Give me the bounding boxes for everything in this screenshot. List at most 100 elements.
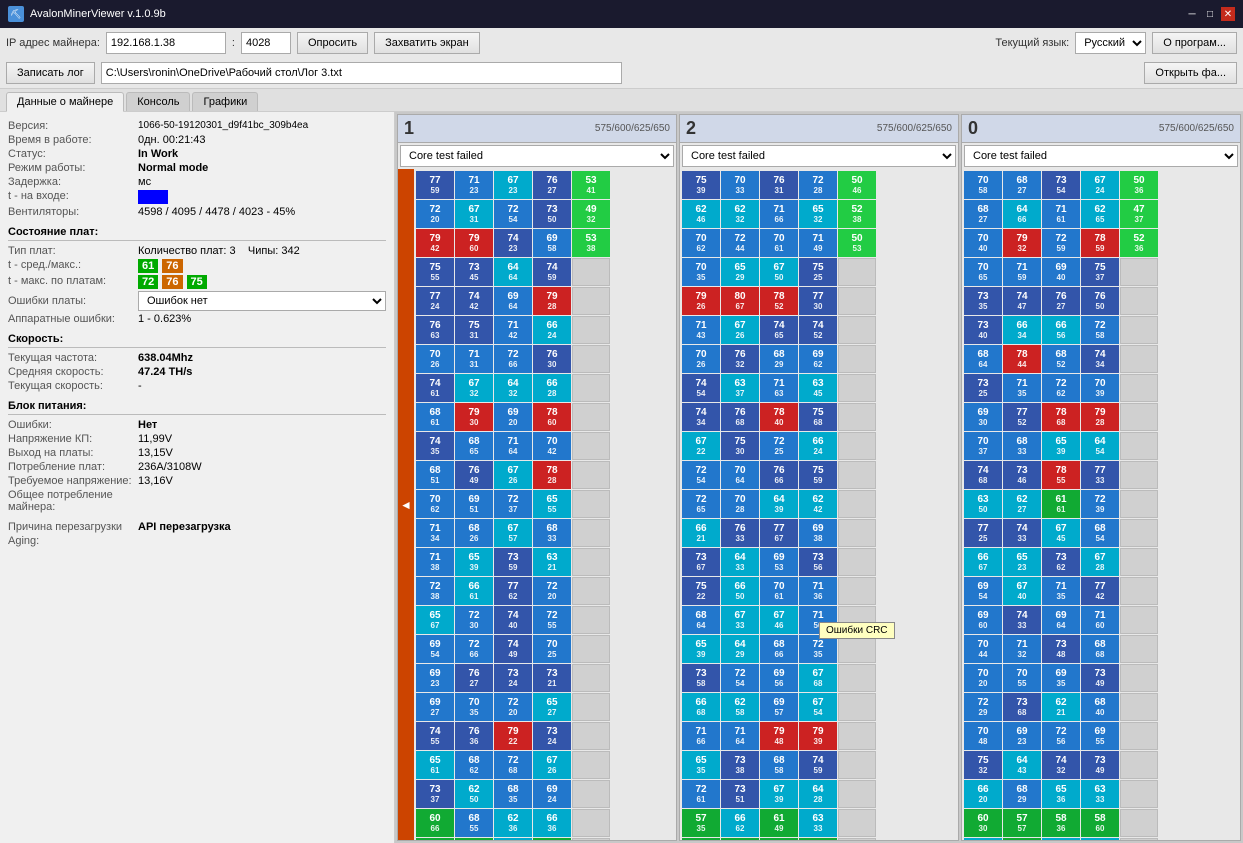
chip-cell: 7631 — [760, 171, 798, 199]
errors-select[interactable]: Ошибок нет — [138, 291, 386, 311]
chip-cell — [1120, 635, 1158, 663]
tab-console[interactable]: Консоль — [126, 92, 190, 111]
chip-cell: 6561 — [416, 751, 454, 779]
chip-cell: 7039 — [1081, 374, 1119, 402]
chip-cell: 7325 — [964, 374, 1002, 402]
chip-cell — [838, 374, 876, 402]
chips-count: Количество плат: 3 Чипы: 342 — [138, 245, 300, 257]
psu-req-value: 13,16V — [138, 475, 173, 487]
chip-row: 6930775278687928 — [964, 403, 1238, 431]
chip-cell: 6621 — [682, 519, 720, 547]
chip-cell — [572, 809, 610, 837]
chip-row: 7254706476667559 — [682, 461, 956, 489]
chip-cell — [1120, 664, 1158, 692]
chip-cell: 7228 — [799, 171, 837, 199]
panel-number: 1 — [404, 118, 414, 139]
chip-cell: 6954 — [964, 577, 1002, 605]
chip-cell: 6854 — [1081, 519, 1119, 547]
chip-cell: 7028 — [721, 490, 759, 518]
about-button[interactable]: О програм... — [1152, 32, 1237, 54]
psu-voltage-value: 11,99V — [138, 433, 172, 445]
chip-cell: 7254 — [682, 461, 720, 489]
boards-section-title: Состояние плат: — [8, 226, 386, 241]
chip-row: 7134682667576833 — [416, 519, 674, 547]
window-controls[interactable]: ─ □ ✕ — [1185, 7, 1235, 21]
chip-cell: 7668 — [721, 403, 759, 431]
chip-cell: 6454 — [1081, 432, 1119, 460]
chip-row: 6350622761617239 — [964, 490, 1238, 518]
status-dropdown-2[interactable]: Core test failed — [682, 145, 956, 167]
chip-cell: 6466 — [1003, 200, 1041, 228]
open-file-button[interactable]: Открыть фа... — [1144, 62, 1237, 84]
chip-cell: 7368 — [1003, 693, 1041, 721]
temp-avg-2: 76 — [162, 259, 182, 273]
chip-row: 7020705569357349 — [964, 664, 1238, 692]
temp-max-1: 72 — [138, 275, 158, 289]
chip-cell: 7537 — [1081, 258, 1119, 286]
log-button[interactable]: Записать лог — [6, 62, 95, 84]
chip-cell: 7040 — [964, 229, 1002, 257]
chip-cell: 7159 — [1003, 258, 1041, 286]
scroll-arrow-button[interactable]: ◄ — [398, 169, 414, 840]
chip-cell: 6858 — [760, 751, 798, 779]
title-bar: ⛏ AvalonMinerViewer v.1.0.9b ─ □ ✕ — [0, 0, 1243, 28]
lang-select[interactable]: Русский — [1075, 32, 1146, 54]
chip-cell: 7367 — [682, 548, 720, 576]
chip-cell: 6345 — [799, 374, 837, 402]
port-input[interactable] — [241, 32, 291, 54]
chip-cell: 6650 — [721, 577, 759, 605]
chip-cell: 7767 — [760, 519, 798, 547]
chip-cell — [838, 432, 876, 460]
ip-input[interactable] — [106, 32, 226, 54]
chip-cell: 6333 — [799, 809, 837, 837]
chip-cell: 6433 — [721, 548, 759, 576]
chip-cell: 6558 — [1081, 838, 1119, 840]
chip-cell: 5831 — [533, 838, 571, 840]
chip-row: 7335744776277650 — [964, 287, 1238, 315]
lang-label: Текущий язык: — [995, 37, 1069, 49]
chip-cell: 7143 — [682, 316, 720, 344]
chip-cell: 7142 — [494, 316, 532, 344]
minimize-button[interactable]: ─ — [1185, 7, 1199, 21]
chip-cell — [572, 722, 610, 750]
status-dropdown-1[interactable]: Core test failed — [400, 145, 674, 167]
chip-cell: 7349 — [1081, 751, 1119, 779]
chip-cell: 7335 — [964, 287, 1002, 315]
poll-button[interactable]: Опросить — [297, 32, 368, 54]
chip-row: 6446562462326558 — [964, 838, 1238, 840]
maximize-button[interactable]: □ — [1203, 7, 1217, 21]
chip-cell: 6232 — [721, 200, 759, 228]
chip-cell: 7062 — [416, 490, 454, 518]
chip-cell: 5724 — [721, 838, 759, 840]
chip-cell: 7042 — [533, 432, 571, 460]
panel-number: 2 — [686, 118, 696, 139]
chip-cell: 6227 — [1003, 490, 1041, 518]
log-path-input[interactable] — [101, 62, 622, 84]
temp-max-2: 76 — [162, 275, 182, 289]
status-dropdown-0[interactable]: Core test failed — [964, 145, 1238, 167]
tab-graphs[interactable]: Графики — [192, 92, 258, 111]
chip-cell — [572, 751, 610, 779]
chip-cell — [838, 751, 876, 779]
chip-row: 6668625869576754 — [682, 693, 956, 721]
chip-cell — [838, 780, 876, 808]
chip-cell: 7258 — [1081, 316, 1119, 344]
chip-cell: 7844 — [1003, 345, 1041, 373]
chip-row: 7238666177627220 — [416, 577, 674, 605]
close-button[interactable]: ✕ — [1221, 7, 1235, 21]
chip-cell: 6855 — [455, 809, 493, 837]
chip-cell: 6861 — [416, 403, 454, 431]
chip-row: 7367643369537356 — [682, 548, 956, 576]
chip-cell: 7229 — [964, 693, 1002, 721]
chip-cell: 6924 — [533, 780, 571, 808]
chip-cell: 7230 — [455, 606, 493, 634]
chip-row: 79427960742369585338 — [416, 229, 674, 257]
chip-cell: 7161 — [1042, 200, 1080, 228]
tab-miner-data[interactable]: Данные о майнере — [6, 92, 124, 112]
capture-button[interactable]: Захватить экран — [374, 32, 480, 54]
chip-cell: 6865 — [455, 432, 493, 460]
chip-cell: 7163 — [760, 374, 798, 402]
chip-cell: 7525 — [799, 258, 837, 286]
chip-row: 7065715969407537 — [964, 258, 1238, 286]
chip-row: 7532644374327349 — [964, 751, 1238, 779]
